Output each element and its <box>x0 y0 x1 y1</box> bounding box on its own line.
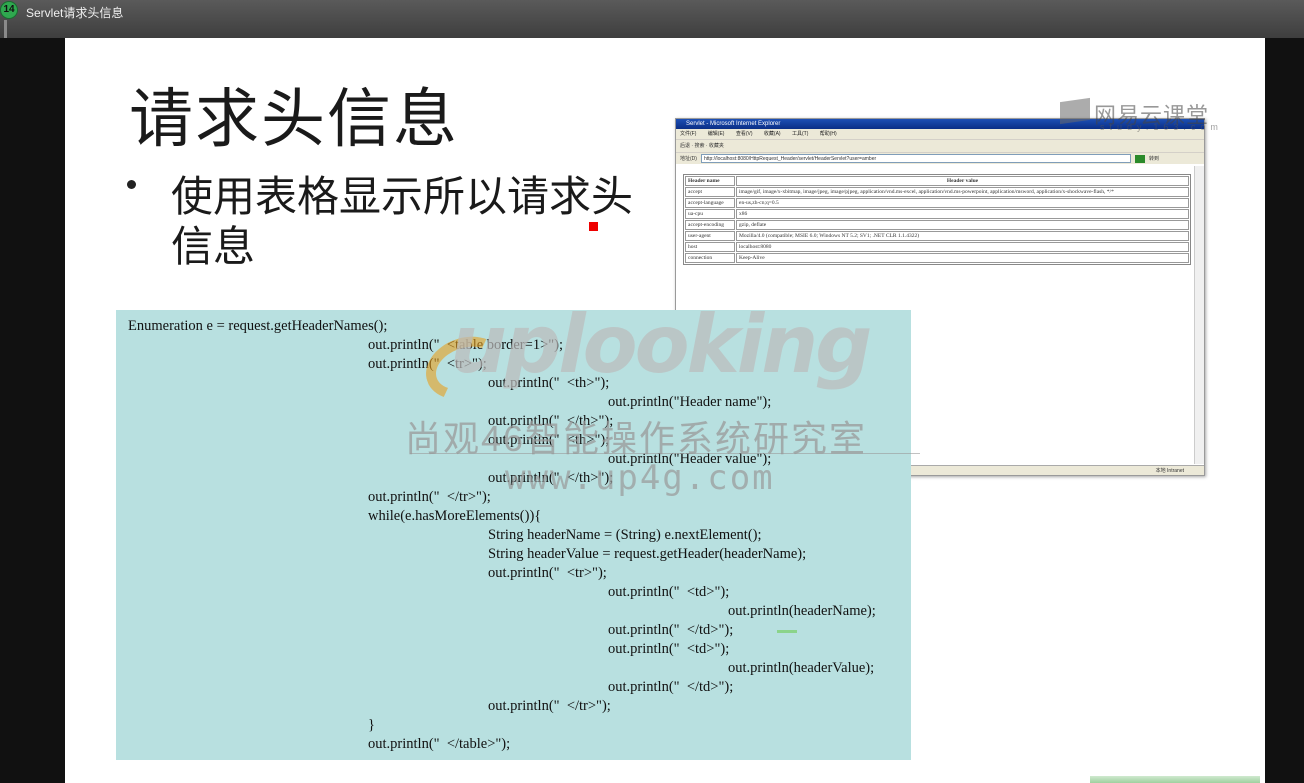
code-line: out.println(" <td>"); <box>608 641 730 657</box>
bullet-text: 使用表格显示所以请求头信息 <box>171 172 634 271</box>
header-value-cell: gzip, deflate <box>736 220 1189 230</box>
header-value-cell: Keep-Alive <box>736 253 1189 263</box>
address-label: 地址(D) <box>680 155 697 162</box>
menu-favorites: 收藏(A) <box>763 131 781 137</box>
code-line: out.println(" <td>"); <box>608 584 730 600</box>
go-icon <box>1134 154 1145 163</box>
header-name-cell: connection <box>685 253 735 263</box>
code-line: out.println("Header name"); <box>608 394 772 410</box>
header-name-cell: user-agent <box>685 231 735 241</box>
code-line: out.println(" </tr>"); <box>488 698 611 714</box>
column-header-value: Header value <box>736 176 1189 186</box>
code-line: out.println(headerName); <box>728 603 876 619</box>
player-titlebar: 14 Servlet请求头信息 <box>0 0 1304 38</box>
lesson-number-badge: 14 <box>0 1 18 19</box>
table-row: accept-language en-us,zh-cn;q=0.5 <box>685 198 1189 208</box>
code-line: Enumeration e = request.getHeaderNames()… <box>128 318 388 334</box>
netease-logo: 网易云课堂 study.163.com <box>1060 97 1218 132</box>
code-line: String headerValue = request.getHeader(h… <box>488 546 807 562</box>
menu-help: 帮助(H) <box>819 131 837 137</box>
bullet-dot <box>127 180 136 189</box>
code-line: while(e.hasMoreElements()){ <box>368 508 542 524</box>
code-line: } <box>368 717 375 733</box>
code-line: out.println(" </tr>"); <box>368 489 491 505</box>
left-stripe <box>4 20 7 38</box>
code-line: out.println(" </td>"); <box>608 622 734 638</box>
uplooking-cn-watermark: 尚观46智能操作系统研究室 <box>405 418 868 459</box>
code-line: out.println(" <tr>"); <box>488 565 607 581</box>
slide: 请求头信息 使用表格显示所以请求头信息 Servlet - Microsoft … <box>65 38 1265 783</box>
header-name-cell: ua-cpu <box>685 209 735 219</box>
header-name-cell: accept <box>685 187 735 197</box>
watermark-divider <box>410 453 920 454</box>
table-row: host localhost:8080 <box>685 242 1189 252</box>
table-row: connection Keep-Alive <box>685 253 1189 263</box>
header-value-cell: localhost:8080 <box>736 242 1189 252</box>
slide-title: 请求头信息 <box>129 83 459 157</box>
header-name-cell: accept-language <box>685 198 735 208</box>
address-field: http://localhost:8080/HttpRequest_Header… <box>700 154 1131 163</box>
table-header-row: Header name Header value <box>685 176 1189 186</box>
menu-file: 文件(F) <box>680 131 697 137</box>
header-value-cell: x86 <box>736 209 1189 219</box>
header-value-cell: image/gif, image/x-xbitmap, image/jpeg, … <box>736 187 1189 197</box>
header-table: Header name Header value accept image/gi… <box>683 174 1191 265</box>
lesson-title: Servlet请求头信息 <box>26 6 124 20</box>
header-value-cell: en-us,zh-cn;q=0.5 <box>736 198 1189 208</box>
table-row: accept-encoding gzip, deflate <box>685 220 1189 230</box>
netease-logo-subtext: study.163.com <box>1100 122 1223 132</box>
code-line: String headerName = (String) e.nextEleme… <box>488 527 762 543</box>
code-line: out.println(" </table>"); <box>368 736 511 752</box>
table-row: accept image/gif, image/x-xbitmap, image… <box>685 187 1189 197</box>
header-name-cell: accept-encoding <box>685 220 735 230</box>
code-line: out.println(headerValue); <box>728 660 875 676</box>
header-name-cell: host <box>685 242 735 252</box>
code-line: out.println(" </td>"); <box>608 679 734 695</box>
highlight-mark <box>777 630 797 633</box>
uplooking-watermark: uplooking <box>450 298 872 391</box>
browser-scrollbar <box>1194 166 1204 464</box>
table-row: user-agent Mozilla/4.0 (compatible; MSIE… <box>685 231 1189 241</box>
url-watermark: www.up4g.com <box>505 458 775 498</box>
menu-tools: 工具(T) <box>791 131 809 137</box>
header-value-cell: Mozilla/4.0 (compatible; MSIE 6.0; Windo… <box>736 231 1189 241</box>
column-header-name: Header name <box>685 176 735 186</box>
bottom-progress-glow <box>1090 776 1260 783</box>
table-row: ua-cpu x86 <box>685 209 1189 219</box>
go-label: 转到 <box>1148 155 1159 162</box>
menu-edit: 编辑(E) <box>707 131 725 137</box>
menu-view: 查看(V) <box>735 131 753 137</box>
pointer-marker <box>589 222 598 231</box>
netease-logo-icon <box>1060 97 1090 125</box>
browser-addressbar: 地址(D) http://localhost:8080/HttpRequest_… <box>676 152 1204 164</box>
browser-toolbar: 后退 · 搜索 · 收藏夹 <box>676 139 1204 152</box>
